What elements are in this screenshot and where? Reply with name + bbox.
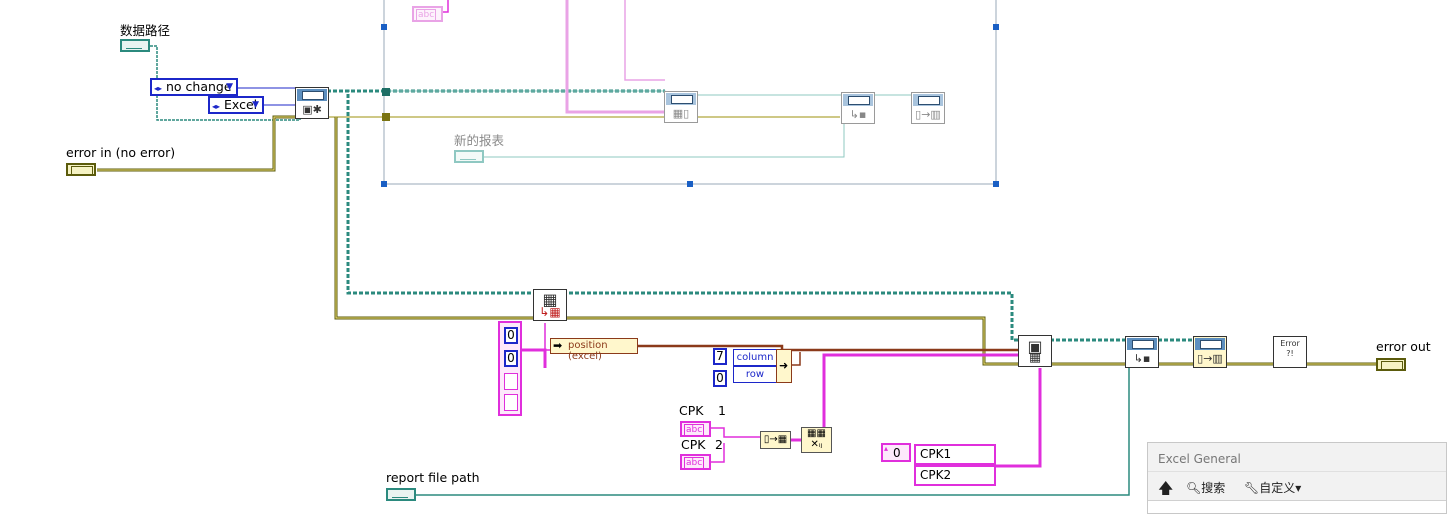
array-index-control[interactable]: ▴ 0 [881, 443, 911, 462]
arrow-right-icon: ➡ [553, 339, 563, 352]
selection-handle[interactable] [381, 24, 387, 30]
arrow-right-icon: ➜ [779, 359, 789, 372]
cpk-wire-4 [822, 353, 1018, 440]
row-label: row [733, 366, 777, 383]
new-report-label: 新的报表 [454, 133, 505, 148]
customize-label: 自定义▾ [1259, 481, 1302, 495]
search-icon: 🔍︎ [1186, 481, 1202, 495]
dispose-report-vi-icon[interactable]: ▯→▥ [1193, 336, 1227, 368]
cpk1-index: 1 [718, 403, 726, 418]
search-label: 搜索 [1201, 481, 1226, 495]
column-label: column [733, 349, 777, 366]
error-dialog-vi-icon[interactable]: Error ?! [1273, 336, 1307, 368]
bundle-by-name-node[interactable]: ➜ [776, 349, 792, 383]
string-array-element[interactable]: CPK1 [914, 444, 996, 465]
tunnel-error [382, 113, 390, 121]
cpk-array-wire [995, 368, 1042, 468]
error-out-terminal[interactable] [1376, 358, 1406, 371]
cpk-wire-1 [711, 427, 760, 438]
increment-arrows-icon: ◂▸ [154, 84, 163, 93]
wrench-icon: 🔧︎ [1244, 481, 1260, 495]
array-element[interactable]: 0 [504, 350, 518, 367]
palette-title: Excel General [1158, 452, 1241, 466]
position-cluster-wire [637, 344, 1018, 352]
refnum-wire-top [327, 89, 1040, 342]
new-report-vi-icon[interactable]: ▣✱ [295, 87, 329, 119]
array-element[interactable]: 0 [504, 327, 518, 344]
data-path-terminal[interactable] [120, 39, 150, 52]
report-type-ring-excel[interactable]: ◂▸ Excel ▼ [208, 96, 264, 114]
abc-glyph: abc [416, 9, 437, 21]
cpk2-string-constant[interactable]: abc [680, 454, 711, 470]
report-file-path-terminal[interactable] [386, 488, 416, 501]
array-empty-element [504, 394, 518, 411]
palette-toolbar: 🡅 🔍︎搜索 🔧︎自定义▾ [1148, 471, 1446, 502]
position-excel-node[interactable]: ➡ position (excel) [550, 338, 638, 362]
abc-glyph: abc [684, 424, 705, 436]
increment-arrows-icon: ◂▸ [212, 102, 221, 111]
build-array-node[interactable]: ▯→▦ [760, 431, 791, 449]
selection-handle[interactable] [687, 181, 693, 187]
cpk2-index: 2 [715, 437, 723, 452]
selection-handle[interactable] [381, 181, 387, 187]
numeric-array-constant[interactable]: 0 0 [498, 321, 522, 416]
excel-general-palette: Excel General 🡅 🔍︎搜索 🔧︎自定义▾ [1147, 442, 1447, 514]
ring-value: no change [166, 79, 232, 94]
cpk1-string-constant[interactable]: abc [680, 421, 711, 437]
error-in-terminal[interactable] [66, 163, 96, 176]
error-bubble-icon: Error ?! [1280, 339, 1300, 358]
append-table-vi-icon[interactable]: ▦▯ [664, 91, 698, 123]
dispose-report-vi-icon[interactable]: ▯→▥ [911, 92, 945, 124]
cpk2-label: CPK [681, 437, 706, 452]
excel-insert-table-vi-icon[interactable]: ▦ ↳▦ [533, 289, 567, 321]
array-wire [521, 348, 547, 368]
column-value[interactable]: 7 [713, 348, 727, 365]
abc-glyph: abc [684, 457, 705, 469]
chevron-down-icon: ▼ [252, 100, 259, 110]
array-index-value: 0 [893, 446, 901, 460]
excel-set-cell-vi-icon[interactable]: ▣ ▦ [1018, 335, 1052, 367]
position-excel-label: position (excel) [568, 340, 608, 362]
error-out-label: error out [1376, 339, 1431, 354]
palette-content-area [1148, 500, 1446, 513]
string-array-constant[interactable]: ▴ 0 CPK1 CPK2 [881, 443, 997, 490]
error-wire-left-down [334, 117, 1020, 366]
new-report-terminal[interactable] [454, 150, 484, 163]
customize-button[interactable]: 🔧︎自定义▾ [1244, 479, 1301, 496]
search-button[interactable]: 🔍︎搜索 [1186, 479, 1225, 496]
string-constant-top[interactable]: abc [412, 6, 443, 22]
data-path-label: 数据路径 [120, 23, 171, 38]
string-array-element[interactable]: CPK2 [914, 465, 996, 486]
selection-handle[interactable] [993, 24, 999, 30]
array-empty-element [504, 373, 518, 390]
tunnel-refnum [382, 88, 390, 96]
row-value[interactable]: 0 [713, 370, 727, 387]
string-wire-top-2 [565, 0, 665, 114]
save-report-vi-icon[interactable]: ↳▪ [1125, 336, 1159, 368]
error-wire-main-inner [97, 116, 296, 171]
transpose-array-node[interactable]: ▦▦ ✕ᵢⱼ [801, 427, 832, 453]
bundle-wire [792, 352, 801, 366]
error-in-label: error in (no error) [66, 145, 176, 160]
increment-arrows-icon: ▴ [884, 444, 889, 453]
report-file-path-label: report file path [386, 470, 480, 485]
selection-handle[interactable] [993, 181, 999, 187]
string-wire-top-3 [624, 0, 665, 81]
save-report-vi-icon[interactable]: ↳▪ [841, 92, 875, 124]
chevron-down-icon: ▼ [226, 82, 233, 92]
error-wire-left-down-inner [335, 117, 1020, 365]
template-ring-no-change[interactable]: ◂▸ no change ▼ [150, 78, 238, 96]
error-wire-main [97, 115, 296, 172]
cpk1-label: CPK [679, 403, 704, 418]
